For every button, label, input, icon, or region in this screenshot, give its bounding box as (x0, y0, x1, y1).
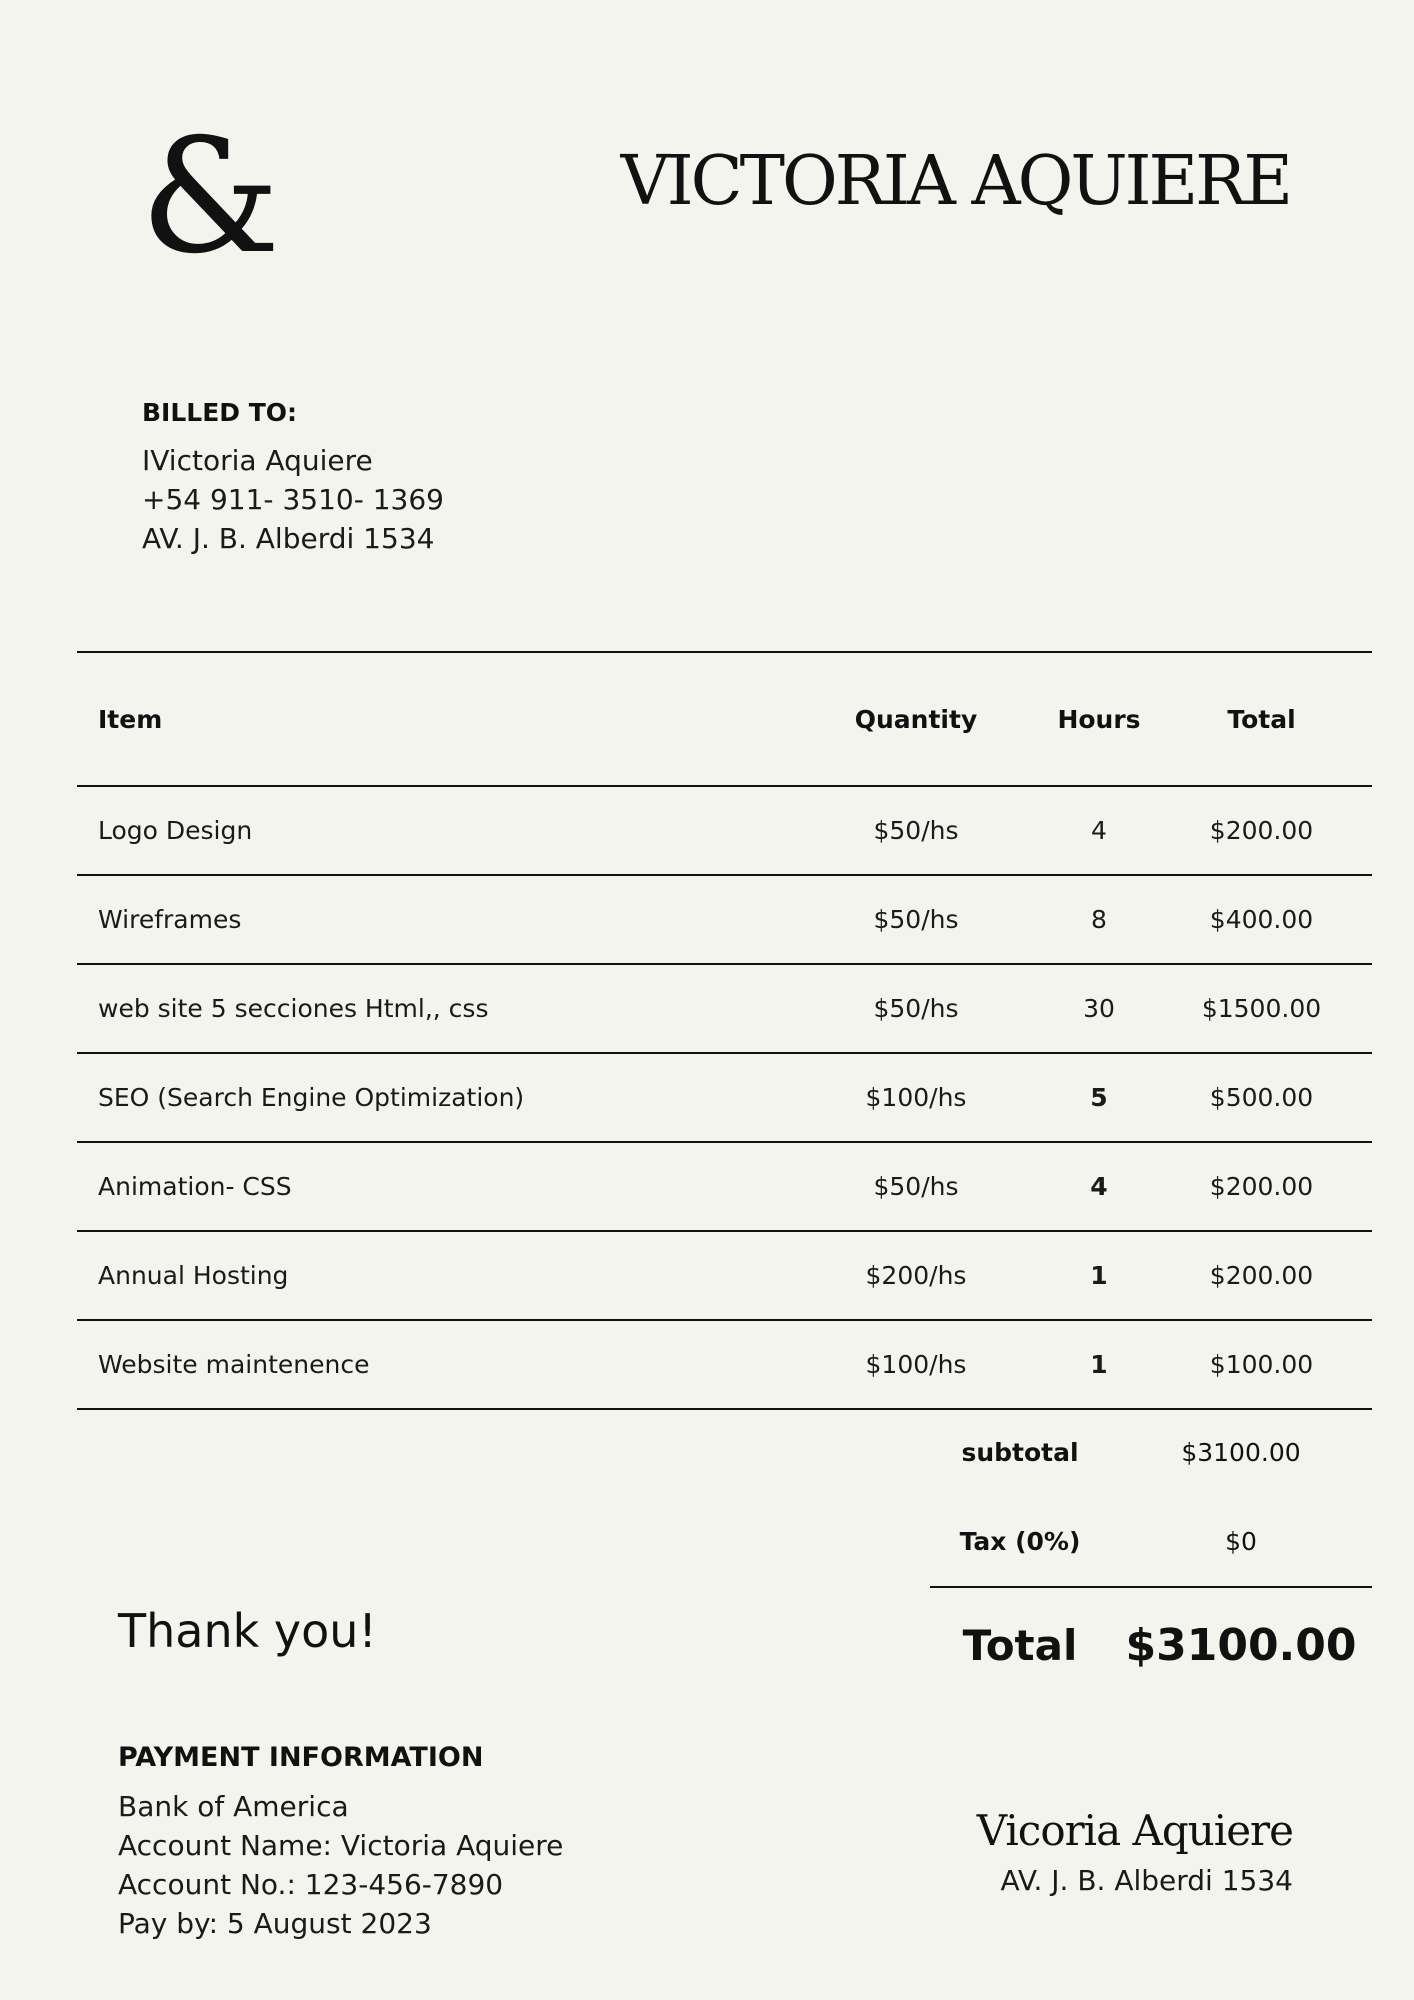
row-hours: 8 (1047, 875, 1151, 965)
signature-block: Vicoria Aquiere AV. J. B. Alberdi 1534 (976, 1806, 1294, 1898)
account-name: Account Name: Victoria Aquiere (118, 1829, 564, 1862)
tax-value: $0 (1225, 1527, 1257, 1556)
row-quantity: $50/hs (785, 875, 1047, 965)
row-quantity: $50/hs (785, 786, 1047, 876)
table-row: Annual Hosting $200/hs 1 $200.00 (77, 1231, 1372, 1321)
row-total: $100.00 (1151, 1320, 1372, 1410)
row-total: $400.00 (1151, 875, 1372, 965)
subtotal-value: $3100.00 (1181, 1438, 1301, 1467)
invoice-items-table: Item Quantity Hours Total Logo Design $5… (77, 651, 1372, 1410)
billed-to-label: BILLED TO: (142, 398, 298, 427)
row-total: $500.00 (1151, 1053, 1372, 1143)
row-quantity: $200/hs (785, 1231, 1047, 1321)
header-item: Item (77, 651, 785, 787)
row-item: Annual Hosting (77, 1231, 785, 1321)
payment-information-section: PAYMENT INFORMATION Bank of America Acco… (118, 1742, 563, 1943)
row-item: Website maintenence (77, 1320, 785, 1410)
row-item: web site 5 secciones Html,, css (77, 964, 785, 1054)
account-number: Account No.: 123-456-7890 (118, 1868, 504, 1901)
row-hours: 1 (1047, 1231, 1151, 1321)
brand-name: VICTORIA AQUIERE (620, 142, 1293, 221)
bank-name: Bank of America (118, 1790, 349, 1823)
row-hours: 5 (1047, 1053, 1151, 1143)
header-hours: Hours (1047, 651, 1151, 787)
header-quantity: Quantity (785, 651, 1047, 787)
ampersand-logo-icon: & (140, 105, 281, 289)
payment-info-label: PAYMENT INFORMATION (118, 1742, 484, 1773)
pay-by-date: Pay by: 5 August 2023 (118, 1907, 432, 1940)
row-hours: 4 (1047, 786, 1151, 876)
table-row: Animation- CSS $50/hs 4 $200.00 (77, 1142, 1372, 1232)
signature-address: AV. J. B. Alberdi 1534 (1000, 1864, 1293, 1898)
grand-total-label: Total (962, 1620, 1078, 1670)
table-row: Website maintenence $100/hs 1 $100.00 (77, 1320, 1372, 1410)
row-hours: 30 (1047, 964, 1151, 1054)
tax-row: Tax (0%) $0 (930, 1497, 1372, 1586)
row-total: $1500.00 (1151, 964, 1372, 1054)
row-quantity: $50/hs (785, 964, 1047, 1054)
row-item: Wireframes (77, 875, 785, 965)
client-phone: +54 911- 3510- 1369 (142, 483, 444, 516)
subtotal-label: subtotal (961, 1438, 1079, 1467)
tax-label: Tax (0%) (959, 1527, 1081, 1556)
row-item: SEO (Search Engine Optimization) (77, 1053, 785, 1143)
summary-divider (930, 1586, 1372, 1588)
signature-name: Vicoria Aquiere (976, 1806, 1294, 1855)
row-item: Logo Design (77, 786, 785, 876)
row-total: $200.00 (1151, 1142, 1372, 1232)
thank-you-message: Thank you! (118, 1604, 377, 1658)
row-hours: 4 (1047, 1142, 1151, 1232)
header-total: Total (1151, 651, 1372, 787)
client-address: AV. J. B. Alberdi 1534 (142, 522, 435, 555)
table-row: Logo Design $50/hs 4 $200.00 (77, 786, 1372, 876)
row-item: Animation- CSS (77, 1142, 785, 1232)
subtotal-row: subtotal $3100.00 (930, 1408, 1372, 1497)
row-total: $200.00 (1151, 786, 1372, 876)
billed-to-section: BILLED TO: IVictoria Aquiere +54 911- 35… (142, 398, 444, 558)
row-quantity: $100/hs (785, 1053, 1047, 1143)
row-quantity: $100/hs (785, 1320, 1047, 1410)
table-row: web site 5 secciones Html,, css $50/hs 3… (77, 964, 1372, 1054)
row-quantity: $50/hs (785, 1142, 1047, 1232)
row-hours: 1 (1047, 1320, 1151, 1410)
table-header-row: Item Quantity Hours Total (77, 651, 1372, 787)
table-row: SEO (Search Engine Optimization) $100/hs… (77, 1053, 1372, 1143)
client-name: IVictoria Aquiere (142, 444, 373, 477)
table-row: Wireframes $50/hs 8 $400.00 (77, 875, 1372, 965)
row-total: $200.00 (1151, 1231, 1372, 1321)
grand-total-value: $3100.00 (1125, 1619, 1357, 1671)
grand-total-row: Total $3100.00 (930, 1600, 1372, 1690)
